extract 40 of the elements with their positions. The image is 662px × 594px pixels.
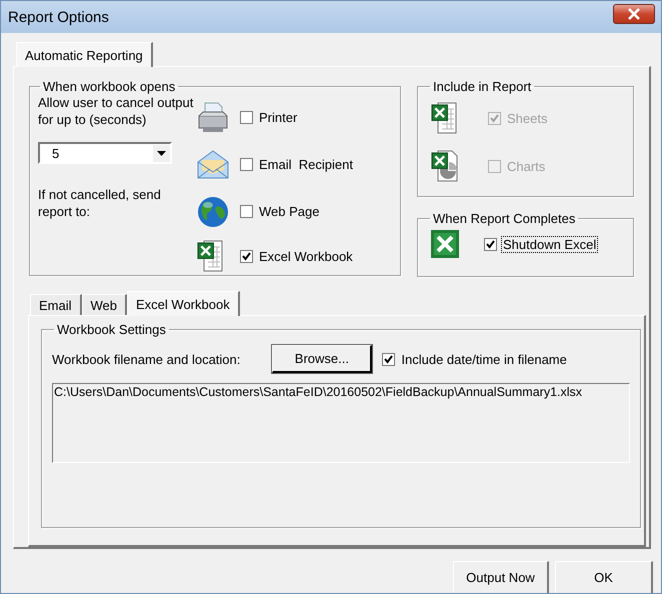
cancel-label: Allow user to cancel output for up to (seconds) — [38, 94, 194, 128]
envelope-icon — [196, 148, 230, 182]
path-field[interactable]: C:\Users\Dan\Documents\Customers\SantaFeID\20160502\FieldBackup\AnnualSummary1.xlsx — [52, 383, 630, 463]
filename-label: Workbook filename and location: — [52, 352, 240, 366]
tab[interactable]: Excel Workbook — [127, 291, 240, 316]
checkmark-icon — [490, 114, 499, 122]
tab[interactable]: Email — [30, 294, 82, 315]
window-title: Report Options — [8, 8, 109, 26]
dialog-button[interactable]: OK — [555, 561, 653, 593]
globe-icon — [196, 194, 230, 228]
group-title: When workbook opens — [42, 79, 176, 94]
checkbox[interactable] — [484, 238, 497, 250]
checkbox-label[interactable]: Shutdown Excel — [502, 236, 598, 252]
checkbox-label[interactable]: Printer — [258, 110, 298, 125]
send-label: If not cancelled, send report to: — [38, 186, 162, 220]
checkbox[interactable] — [382, 352, 396, 366]
close-button[interactable] — [613, 4, 655, 24]
checkbox-label[interactable]: Include date/time in filename — [400, 352, 568, 366]
checkbox-label[interactable]: Excel Workbook — [258, 248, 354, 264]
group-title: Workbook Settings — [56, 322, 167, 337]
tab[interactable]: Automatic Reporting — [16, 42, 153, 67]
checkmark-icon — [486, 240, 495, 248]
checkbox[interactable] — [240, 111, 253, 124]
browse-button[interactable]: Browse... — [272, 345, 372, 373]
excel-logo-icon — [430, 229, 460, 259]
close-icon — [627, 8, 641, 20]
checkbox-label[interactable]: Email Recipient — [258, 157, 354, 172]
seconds-dropdown[interactable]: 5 — [38, 142, 172, 164]
group-title: When Report Completes — [432, 211, 576, 226]
dialog-button[interactable]: Output Now — [453, 561, 549, 593]
caret-icon — [157, 150, 166, 156]
checkbox[interactable] — [240, 158, 253, 171]
tab[interactable]: Web — [82, 294, 128, 315]
printer-icon — [196, 100, 230, 134]
checkmark-icon — [242, 252, 251, 260]
checkbox-label[interactable]: Web Page — [258, 204, 320, 219]
checkbox[interactable] — [240, 205, 253, 218]
checkmark-icon — [384, 354, 394, 364]
checkbox[interactable] — [240, 250, 253, 262]
group-title: Include in Report — [432, 79, 532, 94]
